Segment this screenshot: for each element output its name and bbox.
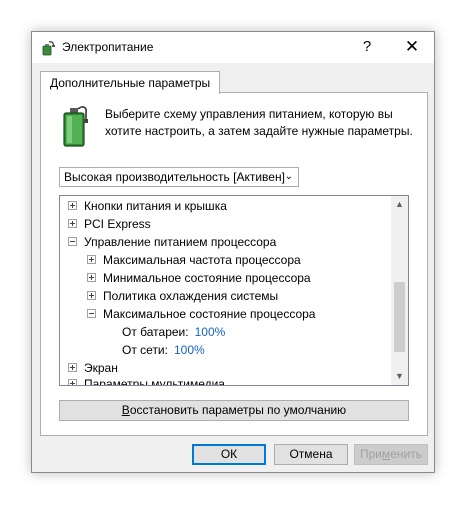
scroll-up-arrow-icon[interactable]: ▲	[391, 196, 408, 213]
help-button[interactable]: ?	[354, 36, 380, 58]
expand-plus-icon[interactable]	[68, 379, 77, 385]
expand-plus-icon[interactable]	[68, 219, 77, 229]
collapse-minus-icon[interactable]	[87, 309, 96, 319]
tree-item-multimedia[interactable]: Параметры мультимедиа	[68, 375, 225, 385]
power-scheme-selected: Высокая производительность [Активен]	[64, 170, 285, 184]
tree-item-max-frequency[interactable]: Максимальная частота процессора	[87, 251, 301, 269]
power-options-dialog: Электропитание ? ✕ Дополнительные параме…	[31, 31, 435, 473]
expand-plus-icon[interactable]	[87, 291, 96, 301]
title-bar[interactable]: Электропитание ? ✕	[32, 32, 434, 63]
plugged-in-value[interactable]: 100%	[174, 343, 205, 357]
intro-line-1: Выберите схему управления питанием, кото…	[105, 107, 393, 121]
battery-plug-icon	[63, 106, 88, 147]
tree-item-on-battery[interactable]: От батареи: 100%	[122, 323, 225, 341]
intro-text: Выберите схему управления питанием, кото…	[105, 106, 415, 140]
on-battery-value[interactable]: 100%	[195, 325, 226, 339]
chevron-down-icon: ⌄	[284, 171, 293, 182]
tab-advanced-settings[interactable]: Дополнительные параметры	[40, 71, 221, 94]
expand-plus-icon[interactable]	[68, 363, 77, 373]
settings-tree[interactable]: Кнопки питания и крышка PCI Express Упра…	[59, 195, 409, 386]
power-scheme-dropdown[interactable]: Высокая производительность [Активен] ⌄	[59, 167, 299, 187]
tree-item-cooling-policy[interactable]: Политика охлаждения системы	[87, 287, 278, 305]
window-title: Электропитание	[62, 40, 154, 54]
apply-button[interactable]: Применить	[354, 444, 428, 465]
scroll-down-arrow-icon[interactable]: ▼	[391, 368, 408, 385]
settings-panel: Выберите схему управления питанием, кото…	[40, 92, 428, 436]
tree-item-plugged-in[interactable]: От сети: 100%	[122, 341, 205, 359]
tree-item-power-buttons-lid[interactable]: Кнопки питания и крышка	[68, 197, 227, 215]
tree-scrollbar[interactable]: ▲ ▼	[391, 196, 408, 385]
cancel-button[interactable]: Отмена	[274, 444, 348, 465]
scrollbar-thumb[interactable]	[394, 282, 405, 352]
restore-defaults-button[interactable]: Восстановить параметры по умолчанию	[59, 400, 409, 421]
close-button[interactable]: ✕	[398, 36, 426, 58]
collapse-minus-icon[interactable]	[68, 237, 77, 247]
tree-item-max-state[interactable]: Максимальное состояние процессора	[87, 305, 315, 323]
expand-plus-icon[interactable]	[87, 273, 96, 283]
intro-line-2: хотите настроить, а затем задайте нужные…	[105, 124, 413, 138]
tree-item-min-state[interactable]: Минимальное состояние процессора	[87, 269, 311, 287]
tree-item-processor-power[interactable]: Управление питанием процессора	[68, 233, 276, 251]
expand-plus-icon[interactable]	[68, 201, 77, 211]
expand-plus-icon[interactable]	[87, 255, 96, 265]
ok-button[interactable]: ОК	[192, 444, 266, 465]
tree-item-pci-express[interactable]: PCI Express	[68, 215, 151, 233]
power-options-icon	[42, 41, 55, 56]
